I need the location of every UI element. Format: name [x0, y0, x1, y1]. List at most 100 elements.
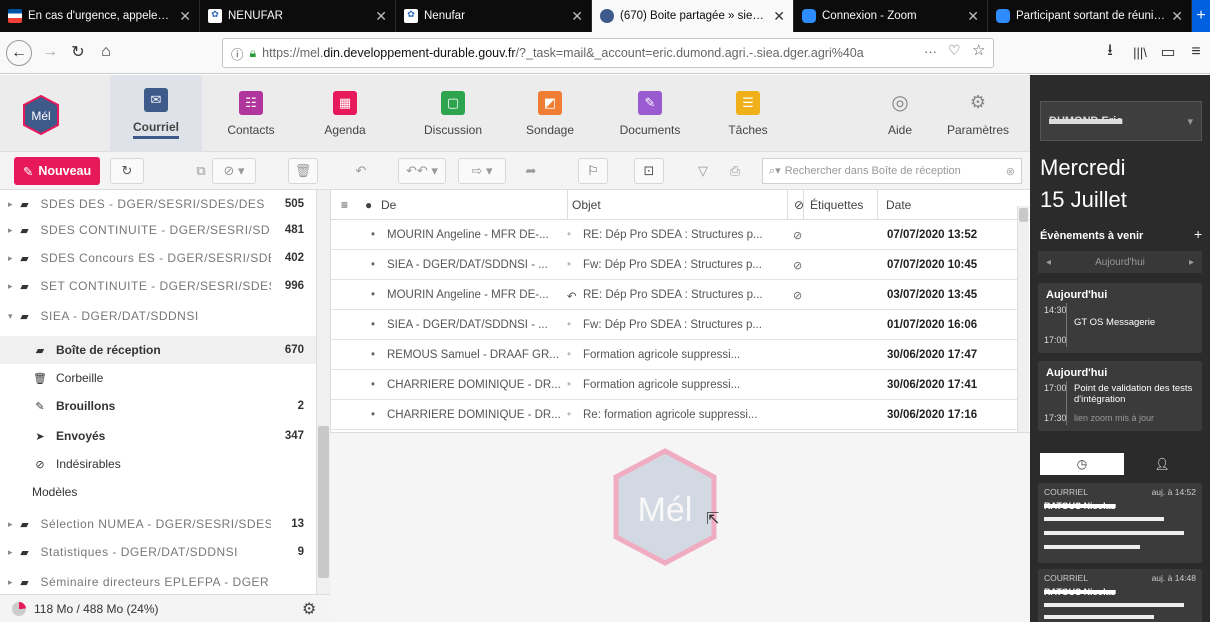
previous-day-icon[interactable]: ◂ — [1046, 257, 1051, 268]
attachment-column-icon[interactable]: ⊘ — [787, 190, 804, 220]
unread-dot-icon[interactable]: • — [371, 379, 375, 391]
chevron-right-icon[interactable]: ▸ — [8, 519, 13, 530]
list-options-icon[interactable]: ≡ — [341, 198, 348, 212]
refresh-button[interactable]: ↻ — [110, 158, 144, 184]
app-agenda[interactable]: ▦ Agenda — [305, 75, 385, 152]
next-day-icon[interactable]: ▸ — [1189, 257, 1194, 268]
new-tab-button[interactable]: + — [1192, 0, 1210, 32]
column-date[interactable]: Date — [877, 190, 911, 220]
unread-dot-icon[interactable]: • — [371, 409, 375, 421]
close-tab-icon[interactable]: ✕ — [967, 8, 979, 25]
app-courriel[interactable]: ✉ Courriel — [110, 75, 202, 152]
folder-item[interactable]: ▸ ▰ SDES DES - DGER/SESRI/SDES/DES 505 — [0, 190, 316, 218]
sidebar-toggle-icon[interactable]: ▭ — [1156, 40, 1180, 64]
print-icon[interactable]: ⎙ — [720, 158, 750, 184]
folder-item[interactable]: Modèles — [0, 478, 316, 506]
folder-item[interactable]: ▸ ▰ SET CONTINUITE - DGER/SESRI/SDES 996 — [0, 272, 316, 300]
close-tab-icon[interactable]: ✕ — [1171, 8, 1183, 25]
url-bar[interactable]: ⓘ 🔒︎ https://mel.din.developpement-durab… — [222, 38, 994, 68]
folder-item[interactable]: ▾ ▰ SIEA - DGER/DAT/SDDNSI — [0, 302, 316, 330]
forward-button[interactable]: ⇨ ▾ — [458, 158, 506, 184]
chevron-right-icon[interactable]: ▸ — [8, 577, 13, 588]
folder-item[interactable]: ➤ Envoyés 347 — [0, 422, 316, 450]
folder-item[interactable]: ▰ Boîte de réception 670 — [0, 336, 316, 364]
mail-notification[interactable]: COURRIEL auj. à 14:48 RATOUS Nicolas — [1038, 569, 1202, 622]
reload-button[interactable]: ↻ — [66, 40, 90, 64]
filter-icon[interactable]: ▽ — [688, 158, 718, 184]
unread-column-icon[interactable]: ● — [365, 198, 372, 212]
chevron-down-icon[interactable]: ▾ — [8, 311, 13, 322]
unread-dot-icon[interactable]: • — [371, 259, 375, 271]
account-selector[interactable]: DUMOND Eric ▾ — [1040, 101, 1202, 141]
clear-search-icon[interactable]: ⊗ — [1006, 165, 1015, 178]
app-parametres[interactable]: ⚙ Paramètres — [938, 75, 1018, 152]
close-tab-icon[interactable]: ✕ — [571, 8, 583, 25]
block-button[interactable]: ⊘ ▾ — [212, 158, 256, 184]
forward-button[interactable]: → — [38, 40, 62, 64]
message-row[interactable]: • CHARRIERE DOMINIQUE - DR... • Formation a… — [331, 370, 1017, 400]
contacts-tab-user-icon[interactable]: 👤︎ — [1124, 453, 1200, 475]
reply-button[interactable]: ↶ — [346, 158, 376, 184]
chevron-right-icon[interactable]: ▸ — [8, 253, 13, 264]
info-icon[interactable]: ⓘ — [231, 44, 244, 63]
message-row[interactable]: • MOURIN Angeline - MFR DE-... • RE: Dép Pr… — [331, 220, 1017, 250]
folder-settings-gear-icon[interactable]: ⚙ — [302, 599, 316, 619]
app-contacts[interactable]: ☷ Contacts — [206, 75, 296, 152]
folder-item[interactable]: ▸ ▰ Statistiques - DGER/DAT/SDDNSI 9 — [0, 538, 316, 566]
app-documents[interactable]: ✎ Documents — [605, 75, 695, 152]
event-card[interactable]: Aujourd'hui 17:00 Point de validation de… — [1038, 361, 1202, 431]
message-row[interactable]: • REMOUS Samuel - DRAAF GR... • Formation a… — [331, 340, 1017, 370]
unread-dot-icon[interactable]: • — [371, 349, 375, 361]
folder-item[interactable]: ▸ ▰ Sélection NUMEA - DGER/SESRI/SDES/SDPO… — [0, 510, 316, 538]
chevron-right-icon[interactable]: ▸ — [8, 281, 13, 292]
pocket-icon[interactable]: ♡ — [948, 42, 961, 59]
browser-tab[interactable]: Connexion - Zoom ✕ — [794, 0, 988, 32]
message-row[interactable]: • MOURIN Angeline - MFR DE-... ↶ RE: Dép Pr… — [331, 280, 1017, 310]
folder-item[interactable]: ▸ ▰ SDES Concours ES - DGER/SESRI/SDES/DES… — [0, 244, 316, 272]
browser-tab[interactable]: En cas d'urgence, appelez Past ✕ — [0, 0, 200, 32]
new-message-button[interactable]: ✎ Nouveau — [14, 157, 100, 185]
flag-button[interactable]: ⚐ — [578, 158, 608, 184]
chevron-right-icon[interactable]: ▸ — [8, 225, 13, 236]
column-from[interactable]: De — [381, 198, 396, 212]
event-card[interactable]: Aujourd'hui 14:30 GT OS Messagerie 17:00 — [1038, 283, 1202, 353]
chevron-right-icon[interactable]: ▸ — [8, 547, 13, 558]
folder-item[interactable]: ▸ ▰ Séminaire directeurs EPLEFPA - DGER — [0, 568, 316, 594]
search-icon[interactable]: ⌕▾ — [769, 164, 781, 178]
menu-icon[interactable]: ≡ — [1184, 40, 1208, 64]
browser-tab[interactable]: ✿ NENUFAR ✕ — [200, 0, 396, 32]
app-discussion[interactable]: ▢ Discussion — [405, 75, 501, 152]
unread-dot-icon[interactable]: • — [371, 229, 375, 241]
close-tab-icon[interactable]: ✕ — [773, 8, 785, 25]
browser-tab[interactable]: Participant sortant de réunion ✕ — [988, 0, 1192, 32]
search-input[interactable]: ⌕▾ Rechercher dans Boîte de réception ⊗ — [762, 158, 1022, 184]
archive-button[interactable]: ⊡ — [634, 158, 664, 184]
message-list-scrollbar[interactable] — [1017, 206, 1029, 432]
folder-item[interactable]: ⊘ Indésirables — [0, 450, 316, 478]
message-row[interactable]: • CHARRIERE DOMINIQUE - DR... • Re: formati… — [331, 400, 1017, 430]
add-event-icon[interactable]: + — [1194, 226, 1202, 242]
library-icon[interactable]: |||\ — [1128, 40, 1152, 64]
folder-item[interactable]: ✎ Brouillons 2 — [0, 392, 316, 420]
message-row[interactable]: • SIEA - DGER/DAT/SDDNSI - ... • Fw: Dép Pr… — [331, 310, 1017, 340]
browser-tab[interactable]: ✿ Nenufar ✕ — [396, 0, 592, 32]
back-button[interactable]: ← — [6, 40, 32, 66]
unread-dot-icon[interactable]: • — [371, 319, 375, 331]
app-sondage[interactable]: ◩ Sondage — [510, 75, 590, 152]
history-tab-clock-icon[interactable]: ◷ — [1040, 453, 1124, 475]
mail-notification[interactable]: COURRIEL auj. à 14:52 RATOUS Nicolas — [1038, 483, 1202, 563]
column-labels[interactable]: Étiquettes — [803, 190, 863, 220]
browser-tab-active[interactable]: (670) Boite partagée » siea.dge ✕ — [592, 0, 794, 32]
folder-item[interactable]: 🗑︎ Corbeille — [0, 364, 316, 392]
mel-logo[interactable]: Mél — [22, 94, 60, 136]
redirect-button[interactable]: ➦ — [516, 158, 546, 184]
message-row[interactable]: • SIEA - DGER/DAT/SDDNSI - ... • Fw: Dép Pr… — [331, 250, 1017, 280]
chevron-down-icon[interactable]: ▾ — [1187, 115, 1193, 128]
bookmark-star-icon[interactable]: ☆ — [972, 41, 986, 59]
folder-item[interactable]: ▸ ▰ SDES CONTINUITE - DGER/SESRI/SDES 481 — [0, 216, 316, 244]
close-tab-icon[interactable]: ✕ — [179, 8, 191, 25]
column-subject[interactable]: Objet — [567, 190, 601, 220]
home-icon[interactable]: ⌂ — [94, 40, 118, 64]
reply-all-button[interactable]: ↶↶ ▾ — [398, 158, 446, 184]
app-aide[interactable]: ◎ Aide — [868, 75, 932, 152]
